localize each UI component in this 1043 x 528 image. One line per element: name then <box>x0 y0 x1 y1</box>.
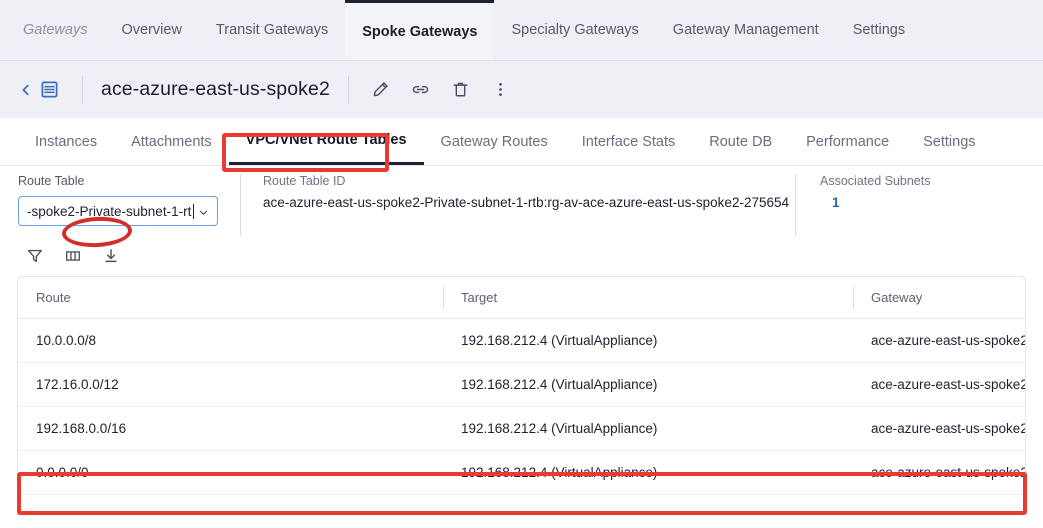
topbar-tab-spoke-gateways[interactable]: Spoke Gateways <box>345 0 495 60</box>
subtab-label: VPC/VNet Route Tables <box>245 132 407 148</box>
cell-gateway: ace-azure-east-us-spoke2 <box>853 450 1025 495</box>
route-table-card: Route Target Gateway 10.0.0.0/8 192.168.… <box>17 276 1026 495</box>
table-header-row: Route Target Gateway <box>18 277 1025 319</box>
route-table-selector-cell: Route Table -spoke2-Private-subnet-1-rt <box>0 174 240 236</box>
table-row[interactable]: 0.0.0.0/0 192.168.212.4 (VirtualApplianc… <box>18 450 1025 495</box>
topbar-tab-label: Transit Gateways <box>215 22 329 38</box>
cell-target: 192.168.212.4 (VirtualAppliance) <box>443 406 853 451</box>
list-view-icon[interactable] <box>34 78 64 102</box>
header-divider-left <box>82 75 83 104</box>
subtab-vpc-vnet-route-tables[interactable]: VPC/VNet Route Tables <box>228 118 424 165</box>
route-table-select[interactable]: -spoke2-Private-subnet-1-rt <box>18 196 218 226</box>
associated-subnets-label: Associated Subnets <box>820 174 931 188</box>
table-row[interactable]: 192.168.0.0/16 192.168.212.4 (VirtualApp… <box>18 406 1025 451</box>
subtab-label: Gateway Routes <box>440 133 548 150</box>
topbar-tab-gateways[interactable]: Gateways <box>6 0 104 60</box>
route-table-head: Route Target Gateway <box>18 277 1025 319</box>
topbar-tab-label: Gateways <box>23 22 88 38</box>
cell-target: 192.168.212.4 (VirtualAppliance) <box>443 318 853 363</box>
subtab-interface-stats[interactable]: Interface Stats <box>565 118 693 165</box>
subtab-label: Settings <box>923 133 976 150</box>
column-header-gateway[interactable]: Gateway <box>853 277 1025 319</box>
route-table-label: Route Table <box>18 174 85 188</box>
cell-gateway: ace-azure-east-us-spoke2 <box>853 406 1025 451</box>
topbar-tab-overview[interactable]: Overview <box>104 0 198 60</box>
topbar-tab-label: Overview <box>121 22 182 38</box>
header-action-group <box>367 76 515 104</box>
subtab-label: Instances <box>35 133 98 150</box>
download-icon[interactable] <box>100 245 122 267</box>
route-table-info-bar: Route Table -spoke2-Private-subnet-1-rt … <box>0 166 1043 236</box>
route-table-id-cell: Route Table ID ace-azure-east-us-spoke2-… <box>240 174 795 236</box>
table-row[interactable]: 10.0.0.0/8 192.168.212.4 (VirtualApplian… <box>18 318 1025 363</box>
primary-tab-bar: Gateways Overview Transit Gateways Spoke… <box>0 0 1043 61</box>
subtab-gateway-routes[interactable]: Gateway Routes <box>424 118 565 165</box>
columns-icon[interactable] <box>62 245 84 267</box>
table-toolbar <box>0 236 1043 276</box>
topbar-tab-specialty-gateways[interactable]: Specialty Gateways <box>494 0 655 60</box>
app-root: Gateways Overview Transit Gateways Spoke… <box>0 0 1043 528</box>
link-icon[interactable] <box>407 76 435 104</box>
route-table: Route Target Gateway 10.0.0.0/8 192.168.… <box>18 277 1025 495</box>
text-caret <box>193 203 194 219</box>
subtab-instances[interactable]: Instances <box>18 118 114 165</box>
cell-route: 192.168.0.0/16 <box>18 406 443 451</box>
route-table-select-value: -spoke2-Private-subnet-1-rt <box>27 203 192 219</box>
subtab-route-db[interactable]: Route DB <box>692 118 789 165</box>
topbar-tab-label: Settings <box>852 22 906 38</box>
cell-gateway: ace-azure-east-us-spoke2 <box>853 318 1025 363</box>
column-header-target[interactable]: Target <box>443 277 853 319</box>
chevron-down-icon[interactable] <box>198 206 209 217</box>
topbar-tab-label: Spoke Gateways <box>362 23 478 40</box>
table-row[interactable]: 172.16.0.0/12 192.168.212.4 (VirtualAppl… <box>18 362 1025 407</box>
subtab-label: Performance <box>806 133 890 150</box>
header-divider-right <box>347 75 349 104</box>
cell-gateway: ace-azure-east-us-spoke2 <box>853 362 1025 407</box>
edit-icon[interactable] <box>367 76 395 104</box>
subtab-label: Attachments <box>131 133 212 150</box>
page-title: ace-azure-east-us-spoke2 <box>101 78 330 100</box>
secondary-tab-bar: Instances Attachments VPC/VNet Route Tab… <box>0 118 1043 166</box>
topbar-tab-gateway-management[interactable]: Gateway Management <box>656 0 836 60</box>
more-vertical-icon[interactable] <box>487 76 515 104</box>
cell-target: 192.168.212.4 (VirtualAppliance) <box>443 362 853 407</box>
chevron-left-icon[interactable] <box>18 79 34 101</box>
trash-icon[interactable] <box>447 76 475 104</box>
cell-route: 0.0.0.0/0 <box>18 450 443 495</box>
route-table-id-label: Route Table ID <box>263 174 346 188</box>
associated-subnets-link[interactable]: 1 <box>820 195 931 210</box>
topbar-tab-settings[interactable]: Settings <box>836 0 922 60</box>
subtab-settings[interactable]: Settings <box>906 118 992 165</box>
route-table-id-value: ace-azure-east-us-spoke2-Private-subnet-… <box>263 195 789 210</box>
subtab-label: Interface Stats <box>581 133 676 150</box>
subtab-performance[interactable]: Performance <box>789 118 906 165</box>
topbar-tab-transit-gateways[interactable]: Transit Gateways <box>199 0 345 60</box>
subtab-attachments[interactable]: Attachments <box>114 118 229 165</box>
route-table-body: 10.0.0.0/8 192.168.212.4 (VirtualApplian… <box>18 318 1025 495</box>
filter-icon[interactable] <box>24 245 46 267</box>
subtab-label: Route DB <box>709 133 773 150</box>
topbar-tab-label: Specialty Gateways <box>511 22 639 38</box>
cell-route: 10.0.0.0/8 <box>18 318 443 363</box>
associated-subnets-cell: Associated Subnets 1 <box>795 174 949 236</box>
topbar-tab-label: Gateway Management <box>672 22 819 38</box>
column-header-route[interactable]: Route <box>18 277 443 319</box>
page-header: ace-azure-east-us-spoke2 <box>0 61 1043 118</box>
cell-route: 172.16.0.0/12 <box>18 362 443 407</box>
cell-target: 192.168.212.4 (VirtualAppliance) <box>443 450 853 495</box>
